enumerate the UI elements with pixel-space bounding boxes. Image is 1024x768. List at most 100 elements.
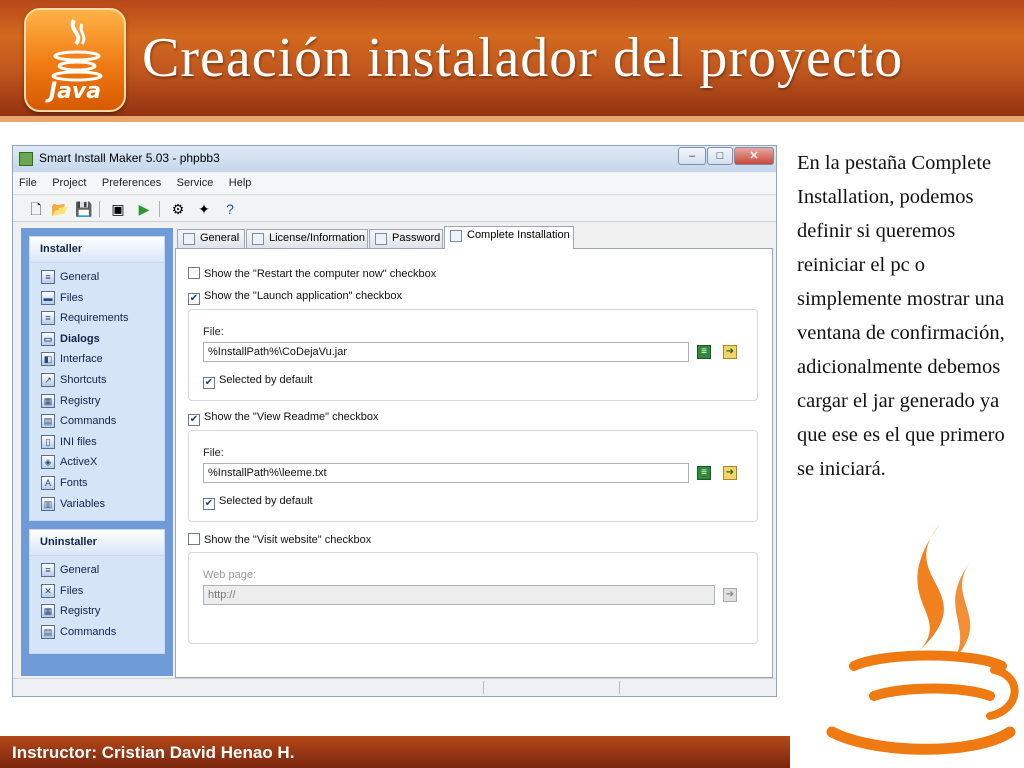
general-icon: ≡	[41, 270, 55, 284]
slide-description: En la pestaña Complete Installation, pod…	[797, 152, 1005, 480]
sidebar-item-variables[interactable]: ▥ Variables	[30, 494, 164, 515]
sidebar-item-label: Requirements	[60, 312, 129, 325]
commands-icon: ▤	[41, 624, 55, 639]
tab-strip: General License/Information Password Com…	[175, 226, 773, 249]
installer-panel: Installer ≡ General ▬ Files ≡ Requirements …	[29, 236, 165, 522]
sidebar-item-activex[interactable]: ◈ ActiveX	[30, 452, 164, 473]
run-icon[interactable]: ▶	[135, 200, 153, 218]
window-titlebar[interactable]: Smart Install Maker 5.03 - phpbb3 – □ ✕	[13, 146, 776, 172]
toolbar: 🗋 📂 💾 ▣ ▶ ⚙ ✦ ?	[13, 196, 776, 222]
sidebar-item-shortcuts[interactable]: ↗ Shortcuts	[30, 370, 164, 391]
sidebar-item-registry[interactable]: ▦ Registry	[30, 391, 164, 412]
save-icon[interactable]: 💾	[75, 200, 93, 218]
lock-icon	[375, 233, 387, 245]
menu-preferences[interactable]: Preferences	[96, 173, 166, 189]
restart-option[interactable]: Show the "Restart the computer now" chec…	[188, 267, 436, 283]
sidebar-item-dialogs[interactable]: ▭ Dialogs	[30, 329, 164, 350]
open-folder-icon[interactable]: 📂	[51, 200, 69, 218]
slide-title: Creación instalador del proyecto	[142, 27, 904, 89]
readme-group: File: %InstallPath%\leeme.txt ≡ ➜ ✔ Selec…	[188, 430, 758, 522]
launch-selected-checkbox[interactable]: ✔	[203, 377, 215, 389]
browse-folder-icon[interactable]: ➜	[723, 588, 737, 602]
instructor-credit: Instructor: Cristian David Henao H.	[12, 743, 295, 762]
sidebar-item-commands[interactable]: ▤ Commands	[30, 411, 164, 432]
sidebar-item-interface[interactable]: ◧ Interface	[30, 349, 164, 370]
minimize-button[interactable]: –	[678, 147, 706, 165]
sidebar-item-fonts[interactable]: A Fonts	[30, 473, 164, 494]
app-icon	[19, 152, 33, 166]
launch-checkbox[interactable]: ✔	[188, 293, 200, 305]
launch-file-input[interactable]: %InstallPath%\CoDejaVu.jar	[203, 342, 689, 362]
tab-license-information[interactable]: License/Information	[246, 229, 368, 248]
menu-project[interactable]: Project	[46, 173, 91, 189]
web-page-input[interactable]: http://	[203, 585, 715, 605]
sidebar: Installer ≡ General ▬ Files ≡ Requirements …	[21, 228, 173, 676]
uninstaller-panel: Uninstaller ≡ General ✕ Files ▦ Registry ▤ C…	[29, 529, 165, 654]
launch-group: File: %InstallPath%\CoDejaVu.jar ≡ ➜ ✔ Se…	[188, 309, 758, 401]
installer-header[interactable]: Installer	[30, 237, 164, 263]
activex-icon: ◈	[41, 455, 55, 470]
list-icon[interactable]: ≡	[697, 345, 711, 359]
launch-selected-label: Selected by default	[219, 374, 313, 386]
sidebar-item-label: Fonts	[60, 476, 88, 489]
java-logo-text: Java	[48, 79, 102, 104]
menu-bar: File Project Preferences Service Help	[13, 173, 776, 195]
menu-service[interactable]: Service	[171, 173, 219, 189]
readme-selected-checkbox[interactable]: ✔	[203, 498, 215, 510]
tab-general[interactable]: General	[177, 229, 245, 248]
shortcut-icon: ↗	[41, 372, 55, 387]
status-divider	[483, 681, 484, 694]
slide-header: Java Creación instalador del proyecto	[0, 0, 1024, 120]
sidebar-item-label: Files	[60, 291, 84, 304]
toolbar-separator	[99, 201, 100, 217]
files-delete-icon: ✕	[41, 583, 55, 598]
website-option[interactable]: Show the "Visit website" checkbox	[188, 533, 371, 549]
sidebar-item-uninstall-commands[interactable]: ▤ Commands	[30, 622, 164, 643]
sidebar-item-label: General	[60, 564, 100, 577]
sidebar-item-label: Registry	[60, 394, 101, 407]
sidebar-item-files[interactable]: ▬ Files	[30, 288, 164, 309]
website-label: Show the "Visit website" checkbox	[204, 534, 372, 546]
readme-checkbox[interactable]: ✔	[188, 414, 200, 426]
app-window: Smart Install Maker 5.03 - phpbb3 – □ ✕ …	[12, 145, 777, 697]
help-icon[interactable]: ?	[221, 200, 239, 218]
browse-folder-icon[interactable]: ➜	[723, 466, 737, 480]
registry-icon: ▦	[41, 393, 55, 408]
website-group: Web page: http:// ➜	[188, 552, 758, 644]
sidebar-item-ini-files[interactable]: ▯ INI files	[30, 432, 164, 453]
interface-icon: ◧	[41, 352, 55, 367]
tab-complete-installation[interactable]: Complete Installation	[444, 226, 574, 249]
menu-file[interactable]: File	[13, 173, 42, 189]
sidebar-item-label: Shortcuts	[60, 373, 107, 386]
tab-password[interactable]: Password	[369, 229, 443, 248]
readme-file-input[interactable]: %InstallPath%\leeme.txt	[203, 463, 689, 483]
readme-option[interactable]: ✔ Show the "View Readme" checkbox	[188, 411, 379, 427]
browse-folder-icon[interactable]: ➜	[723, 345, 737, 359]
close-button[interactable]: ✕	[734, 147, 774, 165]
new-file-icon[interactable]: 🗋	[27, 200, 45, 218]
settings-icon[interactable]: ⚙	[169, 200, 187, 218]
sidebar-item-general[interactable]: ≡ General	[30, 267, 164, 288]
build-icon[interactable]: ▣	[109, 200, 127, 218]
sidebar-item-label: General	[60, 271, 100, 283]
website-checkbox[interactable]	[188, 533, 200, 545]
sidebar-item-uninstall-registry[interactable]: ▦ Registry	[30, 601, 164, 622]
general-icon: ≡	[41, 563, 55, 578]
sidebar-item-uninstall-general[interactable]: ≡ General	[30, 560, 164, 581]
launch-label: Show the "Launch application" checkbox	[204, 290, 402, 302]
sidebar-item-requirements[interactable]: ≡ Requirements	[30, 308, 164, 329]
restart-checkbox[interactable]	[188, 267, 200, 279]
menu-help[interactable]: Help	[223, 173, 257, 189]
maximize-button[interactable]: □	[707, 147, 733, 165]
uninstaller-header[interactable]: Uninstaller	[30, 530, 164, 557]
status-divider	[619, 681, 620, 694]
registry-icon: ▦	[41, 604, 55, 619]
launch-option[interactable]: ✔ Show the "Launch application" checkbox	[188, 290, 402, 306]
list-icon[interactable]: ≡	[697, 466, 711, 480]
launch-selected-option[interactable]: ✔ Selected by default	[203, 374, 313, 390]
sidebar-item-uninstall-files[interactable]: ✕ Files	[30, 581, 164, 602]
readme-selected-option[interactable]: ✔ Selected by default	[203, 495, 313, 511]
wizard-icon[interactable]: ✦	[195, 200, 213, 218]
status-bar	[13, 678, 776, 696]
variables-icon: ▥	[41, 496, 55, 511]
